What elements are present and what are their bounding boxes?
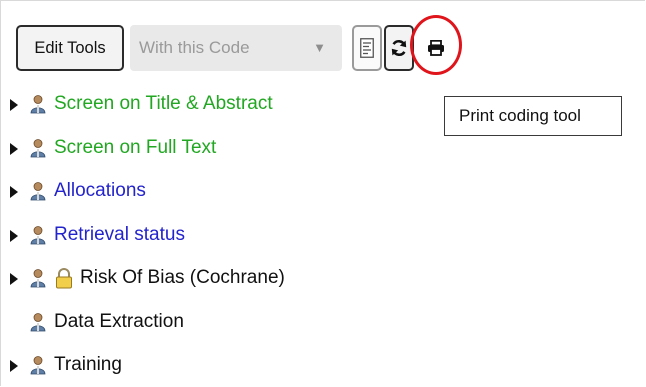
expand-arrow-icon[interactable] [10, 360, 18, 372]
tree-item-label[interactable]: Training [54, 350, 122, 380]
tooltip: Print coding tool [444, 96, 622, 136]
user-icon [28, 138, 48, 168]
chevron-down-icon: ▼ [313, 40, 326, 55]
user-icon [28, 312, 48, 342]
user-icon [28, 355, 48, 385]
tree-item-label[interactable]: Screen on Full Text [54, 133, 216, 163]
edit-tools-button[interactable]: Edit Tools [16, 25, 124, 71]
tree-item-label[interactable]: Risk Of Bias (Cochrane) [80, 263, 285, 293]
expand-arrow-icon[interactable] [10, 273, 18, 285]
tree-item-label[interactable]: Allocations [54, 176, 146, 206]
tree-item-label[interactable]: Retrieval status [54, 220, 185, 250]
tree-item-label[interactable]: Screen on Title & Abstract [54, 89, 273, 119]
expand-arrow-icon[interactable] [10, 186, 18, 198]
highlight-circle [410, 15, 462, 75]
expand-arrow-icon[interactable] [10, 99, 18, 111]
lock-icon [54, 267, 74, 299]
list-report-button[interactable] [352, 25, 382, 71]
refresh-icon [391, 39, 407, 57]
user-icon [28, 225, 48, 255]
list-report-icon [360, 38, 374, 58]
expand-arrow-icon[interactable] [10, 143, 18, 155]
user-icon [28, 94, 48, 124]
code-filter-value: With this Code [139, 38, 250, 57]
tree-item-label[interactable]: Data Extraction [54, 307, 184, 337]
user-icon [28, 181, 48, 211]
user-icon [28, 268, 48, 298]
code-filter-select[interactable]: With this Code ▼ [130, 25, 342, 71]
expand-arrow-icon[interactable] [10, 230, 18, 242]
